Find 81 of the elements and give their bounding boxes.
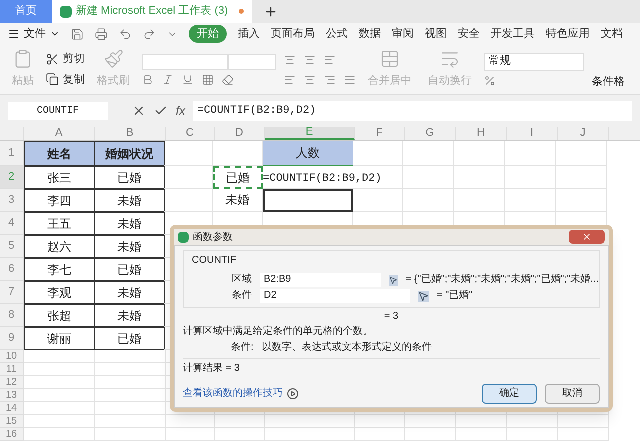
- argument-value: = "已婚": [437, 290, 473, 302]
- table-cell: 未婚: [94, 281, 165, 304]
- menu-tab[interactable]: 文档: [601, 26, 623, 42]
- menu-tab[interactable]: 数据: [359, 26, 381, 42]
- function-name: COUNTIF: [191, 254, 238, 268]
- formula-field[interactable]: =COUNTIF(B2:B9,D2): [193, 101, 632, 121]
- table-cell: 未婚: [94, 235, 165, 258]
- table-cell: 谢丽: [24, 327, 95, 350]
- column-header[interactable]: J: [558, 127, 609, 140]
- menu-tab[interactable]: 开发工具: [491, 26, 535, 42]
- row-header[interactable]: 15: [0, 415, 24, 428]
- argument-field[interactable]: B2:B9: [260, 273, 382, 287]
- row-header[interactable]: 10: [0, 350, 24, 363]
- header-cell: 婚姻状况: [94, 141, 165, 166]
- column-header[interactable]: C: [166, 127, 215, 140]
- row-header[interactable]: 16: [0, 428, 24, 441]
- column-header[interactable]: B: [95, 127, 166, 140]
- column-header[interactable]: G: [405, 127, 456, 140]
- table-cell: 已婚: [94, 327, 165, 350]
- calculation-result: 计算结果 = 3: [183, 363, 241, 375]
- table-cell: 张三: [24, 166, 95, 189]
- row-header[interactable]: 1: [0, 141, 24, 166]
- menu-tab[interactable]: 视图: [425, 26, 447, 42]
- row-header[interactable]: 9: [0, 327, 24, 350]
- row-header[interactable]: 11: [0, 363, 24, 376]
- column-header[interactable]: A: [24, 127, 95, 140]
- ok-button[interactable]: 确定: [482, 384, 537, 404]
- table-cell: 未婚: [94, 212, 165, 235]
- row-header[interactable]: 12: [0, 376, 24, 389]
- row-header[interactable]: 7: [0, 281, 24, 304]
- menu-tab[interactable]: 公式: [326, 26, 348, 42]
- argument-label: 区域: [232, 274, 252, 286]
- row-header[interactable]: 5: [0, 235, 24, 258]
- menu-tab[interactable]: 页面布局: [271, 26, 315, 42]
- header-cell: 人数: [263, 141, 353, 166]
- file-menu[interactable]: 文件: [8, 26, 60, 42]
- help-link[interactable]: 查看该函数的操作技巧: [183, 388, 283, 400]
- table-cell: 李七: [24, 258, 95, 281]
- argument-help-label: 条件:: [231, 342, 254, 354]
- argument-help: 以数字、表达式或文本形式定义的条件: [262, 342, 432, 354]
- table-cell: 已婚: [94, 166, 165, 189]
- column-header[interactable]: E: [265, 127, 355, 140]
- column-header[interactable]: I: [507, 127, 558, 140]
- row-header[interactable]: 2: [0, 166, 24, 189]
- function-description: 计算区域中满足给定条件的单元格的个数。: [183, 326, 374, 338]
- column-header[interactable]: H: [456, 127, 507, 140]
- table-cell: 王五: [24, 212, 95, 235]
- table-cell: 李观: [24, 281, 95, 304]
- menu-tab[interactable]: 特色应用: [546, 26, 590, 42]
- column-header[interactable]: F: [355, 127, 405, 140]
- formula-result: = 3: [384, 311, 399, 323]
- cancel-button[interactable]: 取消: [545, 384, 600, 404]
- menu-tab[interactable]: 安全: [458, 26, 480, 42]
- header-cell: 姓名: [24, 141, 95, 166]
- argument-value: = {"已婚";"未婚";"未婚";"未婚";"已婚";"未婚...: [406, 274, 599, 286]
- argument-label: 条件: [232, 290, 252, 302]
- document-tab[interactable]: 新建 Microsoft Excel 工作表 (3): [52, 0, 252, 23]
- function-label[interactable]: fx: [176, 102, 186, 120]
- dialog-title: 函数参数: [193, 230, 233, 244]
- table-cell: 未婚: [94, 304, 165, 327]
- table-cell: 赵六: [24, 235, 95, 258]
- number-format-dropdown[interactable]: 常规: [484, 52, 584, 70]
- row-header[interactable]: 4: [0, 212, 24, 235]
- row-header[interactable]: 14: [0, 402, 24, 415]
- row-header[interactable]: 6: [0, 258, 24, 281]
- table-cell: 已婚: [94, 258, 165, 281]
- cut-button[interactable]: 剪切: [46, 51, 85, 68]
- name-box[interactable]: COUNTIF: [8, 102, 108, 120]
- home-tab[interactable]: 首页: [0, 0, 52, 23]
- copy-button[interactable]: 复制: [46, 72, 85, 88]
- menu-tab[interactable]: 开始: [189, 24, 227, 44]
- argument-field[interactable]: D2: [260, 289, 410, 303]
- menu-tab[interactable]: 审阅: [392, 26, 414, 42]
- row-header[interactable]: 8: [0, 304, 24, 327]
- table-cell: 李四: [24, 189, 95, 212]
- table-cell: 未婚: [94, 189, 165, 212]
- row-header[interactable]: 3: [0, 189, 24, 212]
- table-cell: 张超: [24, 304, 95, 327]
- menu-tab[interactable]: 插入: [238, 26, 260, 42]
- conditional-format-button[interactable]: 条件格: [592, 74, 625, 90]
- row-header[interactable]: 13: [0, 389, 24, 402]
